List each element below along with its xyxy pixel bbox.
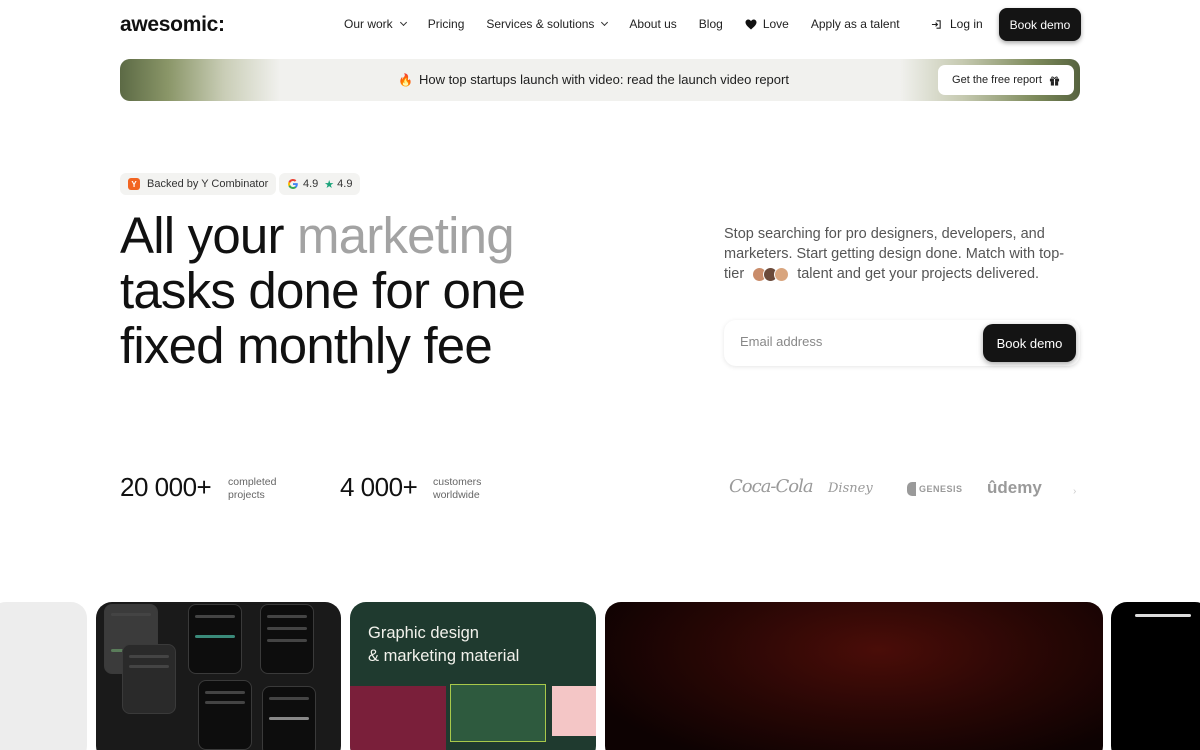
- chevron-down-icon: [399, 18, 407, 27]
- portfolio-card-grey[interactable]: [0, 602, 87, 750]
- nav-blog[interactable]: Blog: [699, 17, 723, 31]
- login-link[interactable]: Log in: [931, 17, 983, 31]
- portfolio-card-video[interactable]: [605, 602, 1103, 750]
- talent-avatars: [752, 266, 790, 282]
- genesis-logo: GENESIS: [907, 482, 963, 496]
- stat-projects-number: 20 000+: [120, 472, 212, 502]
- get-free-report-button[interactable]: Get the free report: [938, 65, 1074, 95]
- nav-apply-talent[interactable]: Apply as a talent: [811, 17, 900, 31]
- google-icon: [288, 179, 298, 189]
- nav-love-label: Love: [762, 17, 789, 31]
- promo-banner: 🔥 How top startups launch with video: re…: [120, 59, 1080, 101]
- hero-title-highlight: marketing: [297, 207, 515, 264]
- portfolio-card-black[interactable]: [1111, 602, 1200, 750]
- stat-projects-label: completed projects: [228, 476, 276, 502]
- nav-services-label: Services & solutions: [486, 17, 595, 31]
- yc-badge-label: Backed by Y Combinator: [147, 178, 269, 190]
- yc-badge: Y Backed by Y Combinator: [120, 173, 277, 195]
- phone-mockup: [198, 680, 252, 750]
- rating-badge: 4.9 ★ 4.9: [279, 173, 361, 195]
- email-signup-form: Book demo: [724, 320, 1080, 366]
- genesis-mark-icon: [907, 482, 916, 496]
- book-demo-button-nav[interactable]: Book demo: [999, 8, 1081, 41]
- hero-description-text: talent and get your projects delivered.: [797, 266, 1040, 282]
- banner-text-label: How top startups launch with video: read…: [418, 72, 789, 87]
- phone-mockup: [188, 604, 242, 674]
- y-combinator-icon: Y: [128, 178, 140, 190]
- nav-about[interactable]: About us: [629, 17, 676, 31]
- banner-image-left: [120, 59, 280, 101]
- login-icon: [931, 19, 941, 29]
- stat-label-line: completed: [228, 476, 277, 488]
- stat-label-line: worldwide: [433, 489, 480, 501]
- nav-services[interactable]: Services & solutions: [486, 17, 609, 31]
- nav-pricing[interactable]: Pricing: [428, 17, 465, 31]
- book-demo-button-hero[interactable]: Book demo: [983, 324, 1076, 362]
- hero-description: Stop searching for pro designers, develo…: [724, 224, 1080, 284]
- card-title: Graphic design & marketing material: [368, 622, 519, 668]
- gift-icon: [1049, 75, 1060, 86]
- nav-our-work[interactable]: Our work: [344, 17, 407, 31]
- design-sample: [552, 686, 596, 736]
- top-navigation: awesomic: Our work Pricing Services & so…: [0, 0, 1200, 50]
- avatar: [774, 266, 790, 282]
- stat-label-line: customers: [433, 476, 482, 488]
- login-label: Log in: [950, 17, 983, 31]
- card-title-line: Graphic design: [368, 624, 479, 642]
- phone-mockup: [122, 644, 176, 714]
- design-sample: [350, 686, 446, 750]
- portfolio-card-graphic-design[interactable]: Graphic design & marketing material: [350, 602, 596, 750]
- design-sample: [450, 684, 546, 742]
- hero-title-part: tasks done for one: [120, 262, 526, 319]
- google-rating-value: 4.9: [303, 178, 319, 190]
- star-icon: ★: [324, 178, 335, 191]
- disney-logo: Disney: [828, 481, 873, 496]
- nav-love[interactable]: Love: [745, 17, 789, 31]
- nav-our-work-label: Our work: [344, 17, 393, 31]
- email-input[interactable]: [740, 334, 970, 349]
- phone-mockup: [260, 604, 314, 674]
- hero-title-part: All your: [120, 207, 298, 264]
- stat-customers-label: customers worldwide: [433, 476, 481, 502]
- banner-text[interactable]: 🔥 How top startups launch with video: re…: [398, 72, 789, 87]
- hero-title: All your marketing tasks done for one fi…: [120, 208, 640, 373]
- genesis-logo-text: GENESIS: [919, 484, 963, 494]
- fire-icon: 🔥: [398, 72, 413, 87]
- hero-title-part: fixed monthly fee: [120, 317, 493, 374]
- stat-customers-number: 4 000+: [340, 472, 418, 502]
- card-title-line: & marketing material: [368, 647, 520, 665]
- udemy-logo: ûdemy: [987, 478, 1042, 497]
- heart-icon: [745, 19, 757, 29]
- stat-label-line: projects: [228, 489, 265, 501]
- portfolio-card-mobile-app[interactable]: [96, 602, 341, 750]
- trustpilot-rating-value: 4.9: [337, 178, 353, 190]
- phone-mockup: [262, 686, 316, 750]
- nav-links: Our work Pricing Services & solutions Ab…: [344, 17, 922, 31]
- card-indicator: [1135, 614, 1191, 617]
- brand-logo[interactable]: awesomic:: [120, 13, 225, 37]
- chevron-down-icon: [601, 18, 609, 27]
- chevron-right-icon: ›: [1073, 486, 1077, 497]
- get-free-report-label: Get the free report: [952, 74, 1042, 86]
- coca-cola-logo: Coca-Cola: [729, 476, 814, 497]
